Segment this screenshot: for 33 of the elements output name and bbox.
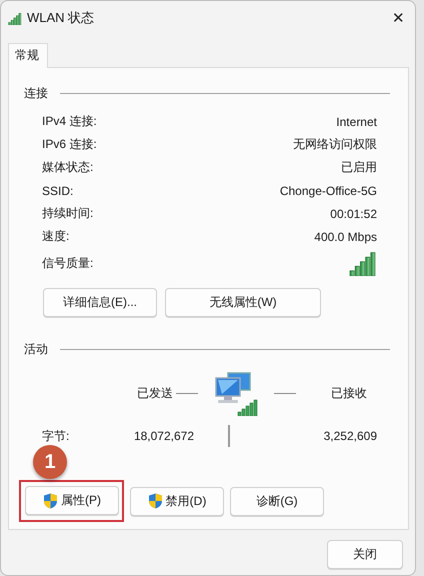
field-label: 持续时间: <box>42 205 94 222</box>
field-value: Internet <box>336 114 377 128</box>
field-label: IPv4 连接: <box>42 113 97 130</box>
field-value: 无网络访问权限 <box>293 136 377 153</box>
section-heading: 连接 <box>24 85 48 102</box>
close-button[interactable]: 关闭 <box>327 540 403 569</box>
step-badge: 1 <box>33 445 67 479</box>
field-value: 已启用 <box>341 159 377 176</box>
shield-icon <box>43 492 58 508</box>
signal-icon <box>8 12 22 24</box>
properties-button[interactable]: 属性(P) <box>25 486 119 515</box>
sent-label: 已发送 <box>137 384 173 402</box>
field-label: 媒体状态: <box>42 159 94 176</box>
tab[interactable]: 常规 <box>8 43 48 68</box>
signal-strength-icon <box>349 250 377 276</box>
field-label: IPv6 连接: <box>42 136 97 153</box>
shield-icon <box>148 493 163 509</box>
field-label: 速度: <box>42 228 70 245</box>
field-value: Chonge-Office-5G <box>280 184 377 198</box>
field-value: 00:01:52 <box>330 206 377 220</box>
received-label: 已接收 <box>331 384 367 402</box>
field-label: 信号质量: <box>42 254 94 272</box>
disable-button[interactable]: 禁用(D) <box>130 486 224 516</box>
window-title: WLAN 状态 <box>27 9 96 27</box>
wireless-properties-button[interactable]: 无线属性(W) <box>165 288 321 317</box>
bytes-received: 3,252,609 <box>322 429 377 443</box>
section-heading: 活动 <box>24 341 48 358</box>
bytes-sent: 18,072,672 <box>132 429 194 443</box>
diagnose-button[interactable]: 诊断(G) <box>230 486 324 516</box>
bytes-label: 字节: <box>42 428 70 444</box>
field-value: 400.0 Mbps <box>314 230 377 244</box>
field-label: SSID: <box>42 184 74 198</box>
details-button[interactable]: 详细信息(E)... <box>43 288 157 317</box>
